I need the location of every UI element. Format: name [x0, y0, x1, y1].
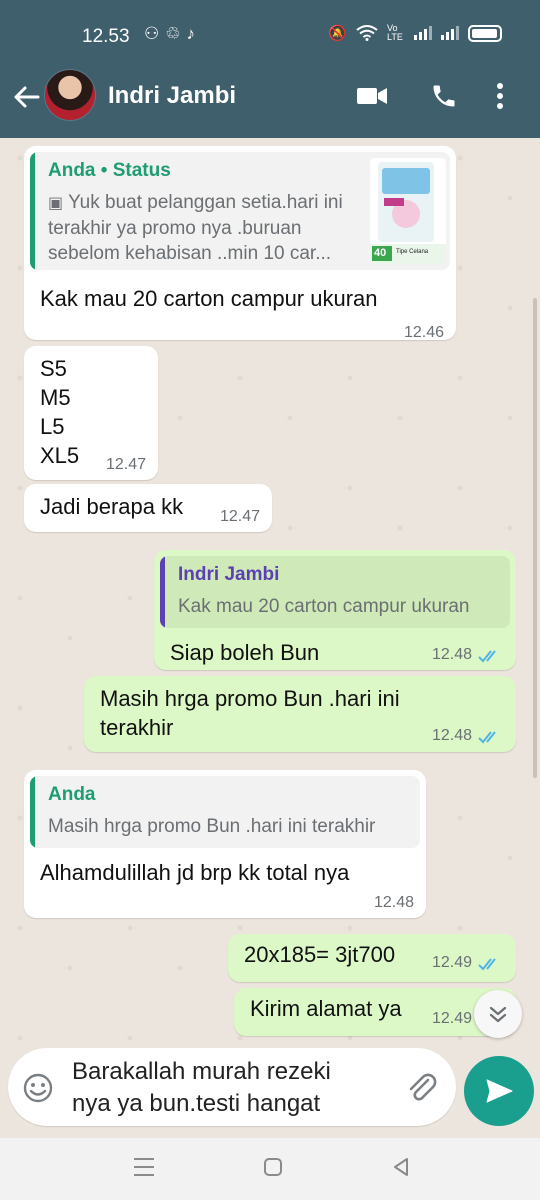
quoted-message[interactable]: Indri Jambi Kak mau 20 carton campur uku… — [160, 556, 510, 628]
message-bubble-incoming[interactable]: Anda Masih hrga promo Bun .hari ini tera… — [24, 770, 426, 918]
message-bubble-incoming[interactable]: Jadi berapa kk 12.47 — [24, 484, 272, 532]
message-time: 12.48 — [431, 727, 472, 744]
quoted-status[interactable]: Anda • Status ▣ Yuk buat pelanggan setia… — [30, 152, 450, 270]
scroll-to-bottom-button[interactable] — [474, 990, 522, 1038]
back-arrow-icon[interactable] — [10, 80, 44, 114]
lte-label: Vo LTE — [387, 23, 403, 42]
quote-author: Anda • Status — [48, 160, 171, 181]
message-input[interactable]: Barakallah murah rezeki nya ya bun.testi… — [72, 1056, 392, 1120]
message-text: Kirim alamat ya — [250, 996, 402, 1021]
status-thumbnail: 40 Tipe Celana — [370, 158, 446, 264]
quote-author: Indri Jambi — [178, 564, 280, 585]
message-text: Siap boleh Bun — [170, 640, 320, 665]
avatar[interactable] — [44, 69, 96, 121]
quoted-message[interactable]: Anda Masih hrga promo Bun .hari ini tera… — [30, 776, 420, 848]
send-button[interactable] — [464, 1056, 534, 1126]
quote-author: Anda — [48, 784, 96, 805]
wifi-icon — [356, 25, 378, 41]
quote-text: Masih hrga promo Bun .hari ini terakhir — [48, 816, 376, 837]
image-icon: ▣ — [48, 195, 64, 212]
video-call-icon[interactable] — [356, 82, 388, 110]
menu-icon[interactable] — [132, 1156, 156, 1178]
quote-bar — [30, 152, 35, 270]
message-bubble-outgoing[interactable]: Masih hrga promo Bun .hari ini terakhir … — [84, 676, 516, 752]
system-navigation-bar — [0, 1138, 540, 1200]
quote-text: Kak mau 20 carton campur ukuran — [178, 596, 470, 617]
message-text: 20x185= 3jt700 — [244, 942, 396, 967]
message-time: 12.47 — [219, 508, 260, 525]
message-text: Jadi berapa kk — [40, 494, 184, 519]
read-receipt-icon — [478, 958, 496, 971]
user-settings-icon: ⚇ — [144, 24, 160, 43]
quote-bar — [30, 776, 35, 848]
message-time: 12.47 — [105, 456, 146, 473]
message-time: 12.46 — [403, 324, 444, 341]
double-chevron-down-icon — [489, 1006, 507, 1023]
tiktok-icon: ♪ — [186, 24, 196, 43]
read-receipt-icon — [478, 731, 496, 744]
message-time: 12.49 — [431, 954, 472, 971]
message-time: 12.48 — [373, 894, 414, 911]
message-bubble-outgoing[interactable]: 20x185= 3jt700 12.49 — [228, 934, 516, 982]
mute-icon: 🔕 — [328, 25, 347, 42]
quote-text: ▣ Yuk buat pelanggan setia.hari ini tera… — [48, 190, 368, 266]
back-icon[interactable] — [390, 1156, 412, 1178]
quote-text-body: Yuk buat pelanggan setia.hari ini terakh… — [48, 192, 343, 264]
status-time: 12.53 — [82, 26, 130, 47]
more-vert-icon[interactable] — [496, 82, 504, 110]
home-icon[interactable] — [262, 1156, 284, 1178]
attachment-icon[interactable] — [404, 1070, 438, 1104]
message-text: Masih hrga promo Bun .hari ini terakhir — [100, 686, 400, 740]
message-text: S5 M5 L5 XL5 — [40, 356, 80, 468]
read-receipt-icon — [478, 650, 496, 663]
message-text: Kak mau 20 carton campur ukuran — [40, 286, 378, 311]
phone-icon[interactable] — [430, 82, 458, 110]
battery-icon — [468, 24, 502, 42]
emoji-icon[interactable] — [22, 1072, 54, 1104]
message-bubble-incoming[interactable]: Anda • Status ▣ Yuk buat pelanggan setia… — [24, 146, 456, 341]
quote-bar — [160, 556, 165, 628]
thumb-label: 40 — [374, 247, 387, 259]
status-bar: 12.53 ⚇ ♲ ♪ 🔕 Vo LTE — [0, 0, 540, 68]
contact-name[interactable]: Indri Jambi — [108, 82, 236, 110]
send-icon — [486, 1079, 513, 1103]
chat-header: Indri Jambi — [0, 68, 540, 138]
message-text: Alhamdulillah jd brp kk total nya — [40, 860, 350, 885]
status-right-icons: 🔕 Vo LTE — [328, 24, 502, 42]
message-time: 12.49 — [431, 1010, 472, 1027]
status-left-icons: ⚇ ♲ ♪ — [144, 24, 195, 44]
scrollbar[interactable] — [533, 298, 537, 778]
signal-icon-1 — [414, 26, 432, 40]
message-bubble-incoming[interactable]: S5 M5 L5 XL5 12.47 — [24, 346, 158, 480]
message-bubble-outgoing[interactable]: Indri Jambi Kak mau 20 carton campur uku… — [154, 550, 516, 670]
message-time: 12.48 — [431, 646, 472, 663]
message-composer[interactable]: Barakallah murah rezeki nya ya bun.testi… — [8, 1048, 456, 1126]
signal-icon-2 — [441, 26, 459, 40]
chat-area[interactable]: Anda • Status ▣ Yuk buat pelanggan setia… — [0, 138, 540, 1138]
thumb-caption: Tipe Celana — [396, 249, 429, 255]
recycle-icon: ♲ — [165, 24, 181, 43]
